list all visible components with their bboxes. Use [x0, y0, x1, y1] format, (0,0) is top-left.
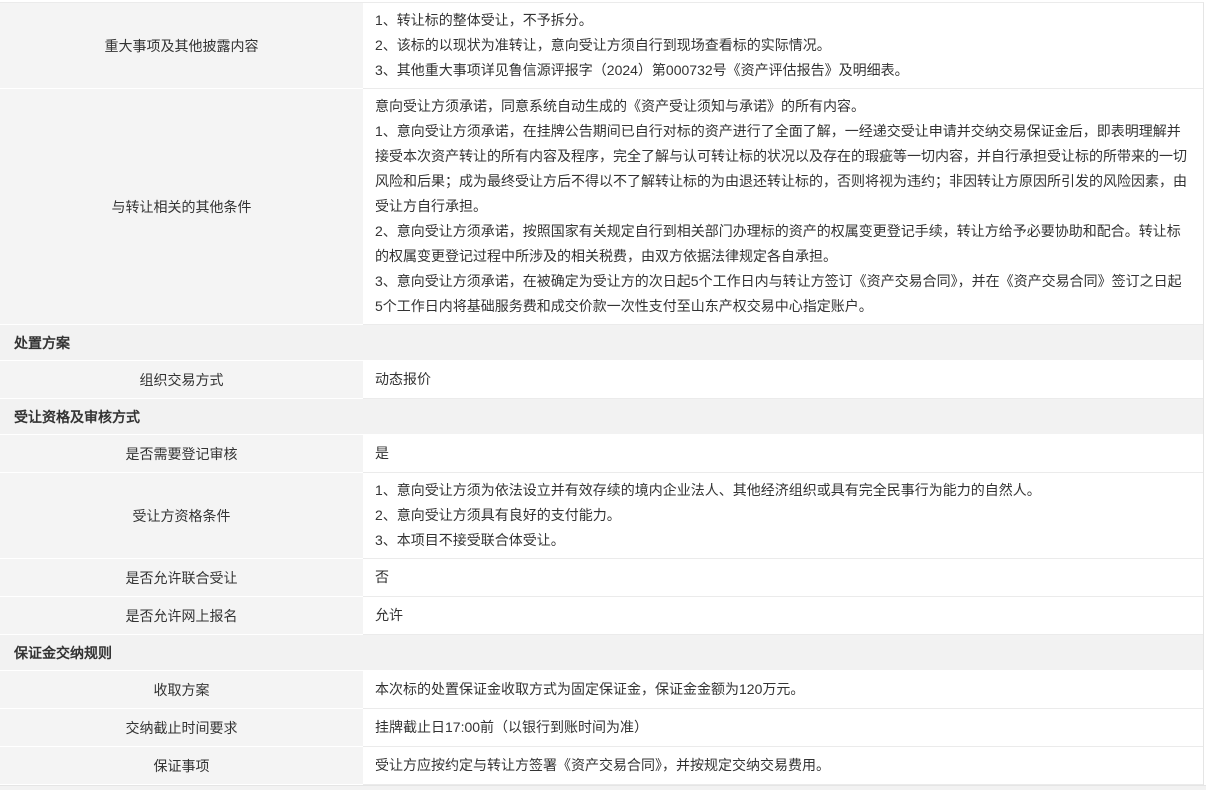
- joint-transfer-allowed: 是否允许联合受让否: [0, 559, 1203, 597]
- value-line: 3、其他重大事项详见鲁信源评报字（2024）第000732号《资产评估报告》及明…: [375, 58, 1189, 83]
- next-section-cropped-strip: [0, 785, 1206, 790]
- transferee-qualification-conditions-label: 受让方资格条件: [0, 473, 363, 559]
- value-line: 1、意向受让方须为依法设立并有效存续的境内企业法人、其他经济组织或具有完全民事行…: [375, 478, 1189, 503]
- value-line: 2、意向受让方须承诺，按照国家有关规定自行到相关部门办理标的资产的权属变更登记手…: [375, 219, 1189, 269]
- guarantee-matters: 保证事项受让方应按约定与转让方签署《资产交易合同》，并按规定交纳交易费用。: [0, 747, 1203, 785]
- section-title: 处置方案: [14, 333, 70, 353]
- value-line: 受让方应按约定与转让方签署《资产交易合同》，并按规定交纳交易费用。: [375, 753, 1189, 778]
- value-line: 意向受让方须承诺，同意系统自动生成的《资产受让须知与承诺》的所有内容。: [375, 94, 1189, 119]
- value-line: 否: [375, 565, 1189, 590]
- registration-review-required-value: 是: [363, 435, 1203, 473]
- deposit-collection-plan-label: 收取方案: [0, 671, 363, 709]
- online-registration-allowed-value: 允许: [363, 597, 1203, 635]
- transferee-qualification-conditions-value: 1、意向受让方须为依法设立并有效存续的境内企业法人、其他经济组织或具有完全民事行…: [363, 473, 1203, 559]
- other-transfer-conditions-label: 与转让相关的其他条件: [0, 89, 363, 325]
- value-line: 3、意向受让方须承诺，在被确定为受让方的次日起5个工作日内与转让方签订《资产交易…: [375, 269, 1189, 319]
- deposit-deadline-requirement-value: 挂牌截止日17:00前（以银行到账时间为准）: [363, 709, 1203, 747]
- deposit-deadline-requirement: 交纳截止时间要求挂牌截止日17:00前（以银行到账时间为准）: [0, 709, 1203, 747]
- major-events-disclosure: 重大事项及其他披露内容1、转让标的整体受让，不予拆分。2、该标的以现状为准转让，…: [0, 3, 1203, 89]
- deposit-collection-plan: 收取方案本次标的处置保证金收取方式为固定保证金，保证金金额为120万元。: [0, 671, 1203, 709]
- trade-organization-method: 组织交易方式动态报价: [0, 361, 1203, 399]
- registration-review-required-label: 是否需要登记审核: [0, 435, 363, 473]
- deposit-collection-plan-value: 本次标的处置保证金收取方式为固定保证金，保证金金额为120万元。: [363, 671, 1203, 709]
- online-registration-allowed: 是否允许网上报名允许: [0, 597, 1203, 635]
- section-title: 受让资格及审核方式: [14, 407, 140, 427]
- section-title: 保证金交纳规则: [14, 643, 112, 663]
- value-line: 动态报价: [375, 367, 1189, 392]
- trade-organization-method-label: 组织交易方式: [0, 361, 363, 399]
- value-line: 2、意向受让方须具有良好的支付能力。: [375, 503, 1189, 528]
- joint-transfer-allowed-label: 是否允许联合受让: [0, 559, 363, 597]
- guarantee-matters-value: 受让方应按约定与转让方签署《资产交易合同》，并按规定交纳交易费用。: [363, 747, 1203, 785]
- value-line: 本次标的处置保证金收取方式为固定保证金，保证金金额为120万元。: [375, 677, 1189, 702]
- major-events-disclosure-value: 1、转让标的整体受让，不予拆分。2、该标的以现状为准转让，意向受让方须自行到现场…: [363, 3, 1203, 89]
- section-transferee-qualification: 受让资格及审核方式: [0, 399, 1203, 435]
- joint-transfer-allowed-value: 否: [363, 559, 1203, 597]
- guarantee-matters-label: 保证事项: [0, 747, 363, 785]
- online-registration-allowed-label: 是否允许网上报名: [0, 597, 363, 635]
- value-line: 1、转让标的整体受让，不予拆分。: [375, 8, 1189, 33]
- value-line: 是: [375, 441, 1189, 466]
- value-line: 1、意向受让方须承诺，在挂牌公告期间已自行对标的资产进行了全面了解，一经递交受让…: [375, 119, 1189, 219]
- other-transfer-conditions: 与转让相关的其他条件意向受让方须承诺，同意系统自动生成的《资产受让须知与承诺》的…: [0, 89, 1203, 325]
- value-line: 2、该标的以现状为准转让，意向受让方须自行到现场查看标的实际情况。: [375, 33, 1189, 58]
- deposit-deadline-requirement-label: 交纳截止时间要求: [0, 709, 363, 747]
- major-events-disclosure-label: 重大事项及其他披露内容: [0, 3, 363, 89]
- registration-review-required: 是否需要登记审核是: [0, 435, 1203, 473]
- section-deposit-rules: 保证金交纳规则: [0, 635, 1203, 671]
- value-line: 3、本项目不接受联合体受让。: [375, 528, 1189, 553]
- section-disposal-plan: 处置方案: [0, 325, 1203, 361]
- detail-table: 重大事项及其他披露内容1、转让标的整体受让，不予拆分。2、该标的以现状为准转让，…: [0, 2, 1204, 785]
- trade-organization-method-value: 动态报价: [363, 361, 1203, 399]
- other-transfer-conditions-value: 意向受让方须承诺，同意系统自动生成的《资产受让须知与承诺》的所有内容。1、意向受…: [363, 89, 1203, 325]
- value-line: 挂牌截止日17:00前（以银行到账时间为准）: [375, 715, 1189, 740]
- value-line: 允许: [375, 603, 1189, 628]
- listing-detail-page: 重大事项及其他披露内容1、转让标的整体受让，不予拆分。2、该标的以现状为准转让，…: [0, 0, 1206, 790]
- transferee-qualification-conditions: 受让方资格条件 1、意向受让方须为依法设立并有效存续的境内企业法人、其他经济组织或…: [0, 473, 1203, 559]
